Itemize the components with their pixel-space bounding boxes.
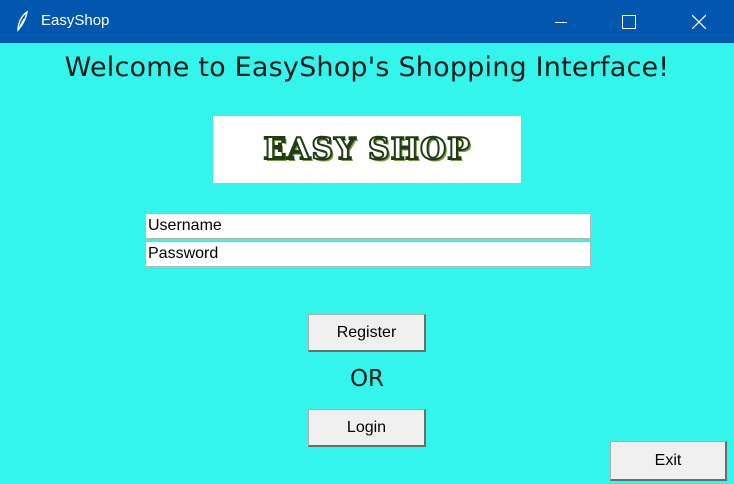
title-bar: EasyShop	[0, 0, 734, 43]
close-button[interactable]	[676, 0, 722, 43]
or-separator: OR	[349, 366, 385, 392]
page-heading: Welcome to EasyShop's Shopping Interface…	[64, 52, 670, 83]
feather-icon	[12, 10, 32, 32]
password-field[interactable]: Password	[145, 241, 591, 267]
minimize-button[interactable]	[538, 0, 584, 43]
window-title: EasyShop	[41, 12, 110, 29]
logo-text: EASY SHOP	[262, 131, 471, 168]
username-field[interactable]: Username	[145, 213, 591, 239]
register-button[interactable]: Register	[308, 314, 426, 352]
login-button[interactable]: Login	[308, 409, 426, 447]
exit-button[interactable]: Exit	[610, 441, 727, 481]
close-icon	[692, 14, 706, 29]
maximize-button[interactable]	[606, 0, 652, 43]
logo-banner: EASY SHOP	[213, 116, 521, 183]
main-content: Welcome to EasyShop's Shopping Interface…	[0, 43, 734, 484]
minimize-icon	[555, 16, 567, 28]
maximize-icon	[622, 14, 636, 29]
